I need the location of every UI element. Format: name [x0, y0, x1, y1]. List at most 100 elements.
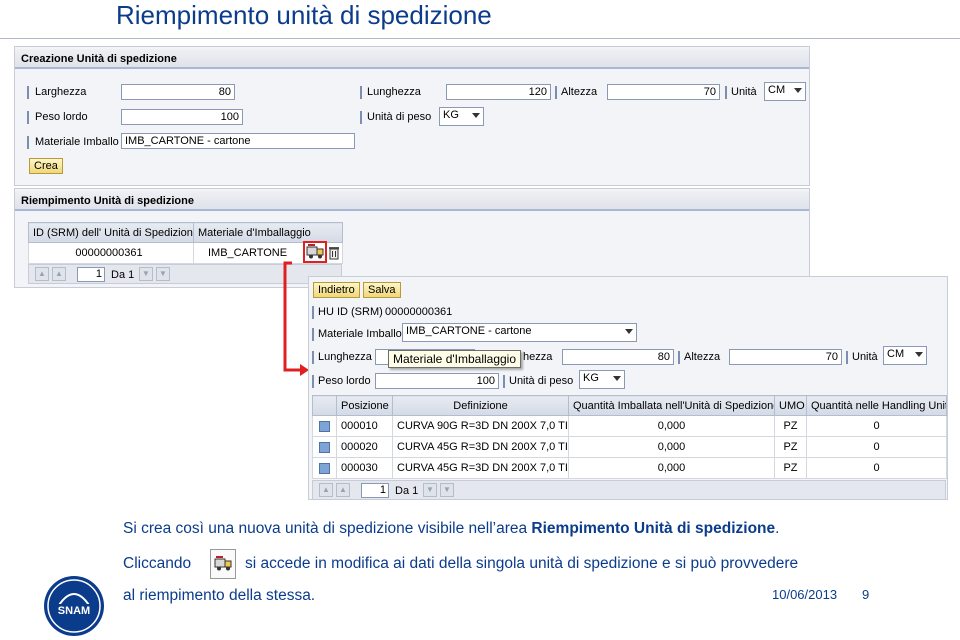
unita-di-peso-label: Unità di peso [367, 111, 432, 123]
materiale-imballo-label: Materiale Imballo [35, 136, 119, 148]
tooltip-materiale: Materiale d'Imballaggio [388, 350, 522, 368]
caption-line-3: al riempimento della stessa. [123, 587, 316, 604]
caption-line-1: Si crea così una nuova unità di spedizio… [123, 520, 780, 537]
column-header-quantita-hu[interactable]: Quantità nelle Handling Unit [806, 395, 947, 416]
creation-panel: Creazione Unità di spedizione Larghezza … [14, 46, 810, 186]
filling-panel-title: Riempimento Unità di spedizione [15, 191, 809, 211]
row-select-checkbox[interactable] [312, 436, 337, 458]
creation-panel-title: Creazione Unità di spedizione [15, 49, 809, 69]
snam-logo-icon: SNAM [44, 576, 104, 636]
cell-quantita-hu: 0 [806, 415, 947, 437]
lunghezza-field[interactable]: 120 [446, 84, 551, 100]
cell-quantita-imballata: 0,000 [568, 436, 775, 458]
prev-page-icon[interactable]: ▲ [52, 267, 66, 281]
first-page-icon[interactable]: ▲ [35, 267, 49, 281]
cell-definizione: CURVA 90G R=3D DN 200X 7,0 TI [392, 415, 569, 437]
chevron-down-icon [613, 376, 621, 381]
row-select-checkbox[interactable] [312, 457, 337, 479]
detail-altezza-field[interactable]: 70 [729, 349, 842, 365]
salva-button[interactable]: Salva [363, 282, 401, 298]
svg-text:SNAM: SNAM [58, 605, 90, 617]
table-row[interactable]: 000030 CURVA 45G R=3D DN 200X 7,0 TI 0,0… [312, 457, 947, 479]
column-header-umo[interactable]: UMO [774, 395, 807, 416]
column-header-definizione[interactable]: Definizione [392, 395, 569, 416]
column-header-select [312, 395, 337, 416]
detail-larghezza-label: hezza [523, 351, 553, 363]
detail-peso-lordo-label: Peso lordo [318, 375, 371, 387]
next-page-icon[interactable]: ▼ [139, 267, 153, 281]
cell-quantita-hu: 0 [806, 457, 947, 479]
last-page-icon[interactable]: ▼ [156, 267, 170, 281]
crea-button[interactable]: Crea [29, 158, 63, 174]
detail-materiale-label: Materiale Imballo [318, 328, 402, 340]
chevron-down-icon [472, 113, 480, 118]
hu-id-value: 00000000361 [385, 306, 453, 318]
caption-line-2-end: si accede in modifica ai dati della sing… [245, 555, 799, 572]
cell-umo: PZ [774, 415, 807, 437]
larghezza-label: Larghezza [35, 86, 87, 98]
cell-posizione: 000010 [336, 415, 393, 437]
detail-lunghezza-label: Lunghezza [318, 351, 372, 363]
cell-quantita-imballata: 0,000 [568, 415, 775, 437]
truck-edit-icon[interactable] [306, 244, 325, 260]
detail-unita-select[interactable]: CM [883, 346, 927, 365]
unita-select[interactable]: CM [764, 82, 806, 101]
page-number: 9 [862, 587, 870, 602]
table-row[interactable]: 000020 CURVA 45G R=3D DN 200X 7,0 TI 0,0… [312, 436, 947, 458]
detail-peso-lordo-field[interactable]: 100 [375, 373, 499, 389]
page-total-label: Da 1 [395, 485, 419, 497]
next-page-icon[interactable]: ▼ [423, 483, 437, 497]
column-header-id[interactable]: ID (SRM) dell' Unità di Spedizione [28, 222, 194, 243]
cell-umo: PZ [774, 436, 807, 458]
peso-lordo-label: Peso lordo [35, 111, 88, 123]
chevron-down-icon [915, 352, 923, 357]
column-header-posizione[interactable]: Posizione [336, 395, 393, 416]
detail-unita-label: Unità [852, 351, 878, 363]
cell-definizione: CURVA 45G R=3D DN 200X 7,0 TI [392, 436, 569, 458]
altezza-field[interactable]: 70 [607, 84, 720, 100]
truck-icon [214, 556, 232, 571]
cell-id: 00000000361 [28, 242, 194, 264]
footer-date: 10/06/2013 [772, 587, 838, 602]
page-input[interactable]: 1 [361, 483, 389, 498]
cell-quantita-hu: 0 [806, 436, 947, 458]
cell-umo: PZ [774, 457, 807, 479]
items-pager: ▲ ▲ 1 Da 1 ▼ ▼ [312, 480, 946, 500]
cell-definizione: CURVA 45G R=3D DN 200X 7,0 TI [392, 457, 569, 479]
inline-truck-icon-frame [210, 549, 236, 579]
page-total-label: Da 1 [111, 269, 135, 281]
trash-icon[interactable] [328, 245, 340, 260]
materiale-imballo-field[interactable]: IMB_CARTONE - cartone [121, 133, 355, 149]
caption-line-2-start: Cliccando [123, 555, 192, 572]
column-header-quantita-imballata[interactable]: Quantità Imballata nell'Unità di Spedizi… [568, 395, 775, 416]
detail-unita-di-peso-select[interactable]: KG [579, 370, 625, 389]
indietro-button[interactable]: Indietro [313, 282, 360, 298]
larghezza-field[interactable]: 80 [121, 84, 235, 100]
prev-page-icon[interactable]: ▲ [336, 483, 350, 497]
first-page-icon[interactable]: ▲ [319, 483, 333, 497]
cell-posizione: 000030 [336, 457, 393, 479]
items-table: Posizione Definizione Quantità Imballata… [312, 395, 947, 479]
unita-label: Unità [731, 86, 757, 98]
detail-materiale-select[interactable]: IMB_CARTONE - cartone [402, 323, 637, 342]
last-page-icon[interactable]: ▼ [440, 483, 454, 497]
page-input[interactable]: 1 [77, 267, 105, 282]
cell-quantita-imballata: 0,000 [568, 457, 775, 479]
table-row[interactable]: 000010 CURVA 90G R=3D DN 200X 7,0 TI 0,0… [312, 415, 947, 437]
filling-table: ID (SRM) dell' Unità di Spedizione Mater… [28, 222, 343, 264]
unita-di-peso-select[interactable]: KG [439, 107, 484, 126]
title-divider [0, 38, 960, 39]
slide-title: Riempimento unità di spedizione [116, 0, 492, 30]
row-select-checkbox[interactable] [312, 415, 337, 437]
cell-posizione: 000020 [336, 436, 393, 458]
detail-larghezza-field[interactable]: 80 [562, 349, 674, 365]
chevron-down-icon [625, 329, 633, 334]
chevron-down-icon [794, 88, 802, 93]
detail-altezza-label: Altezza [684, 351, 721, 363]
callout-arrow [283, 261, 309, 376]
peso-lordo-field[interactable]: 100 [121, 109, 243, 125]
column-header-materiale[interactable]: Materiale d'Imballaggio [193, 222, 343, 243]
lunghezza-label: Lunghezza [367, 86, 421, 98]
detail-unita-di-peso-label: Unità di peso [509, 375, 574, 387]
altezza-label: Altezza [561, 86, 598, 98]
